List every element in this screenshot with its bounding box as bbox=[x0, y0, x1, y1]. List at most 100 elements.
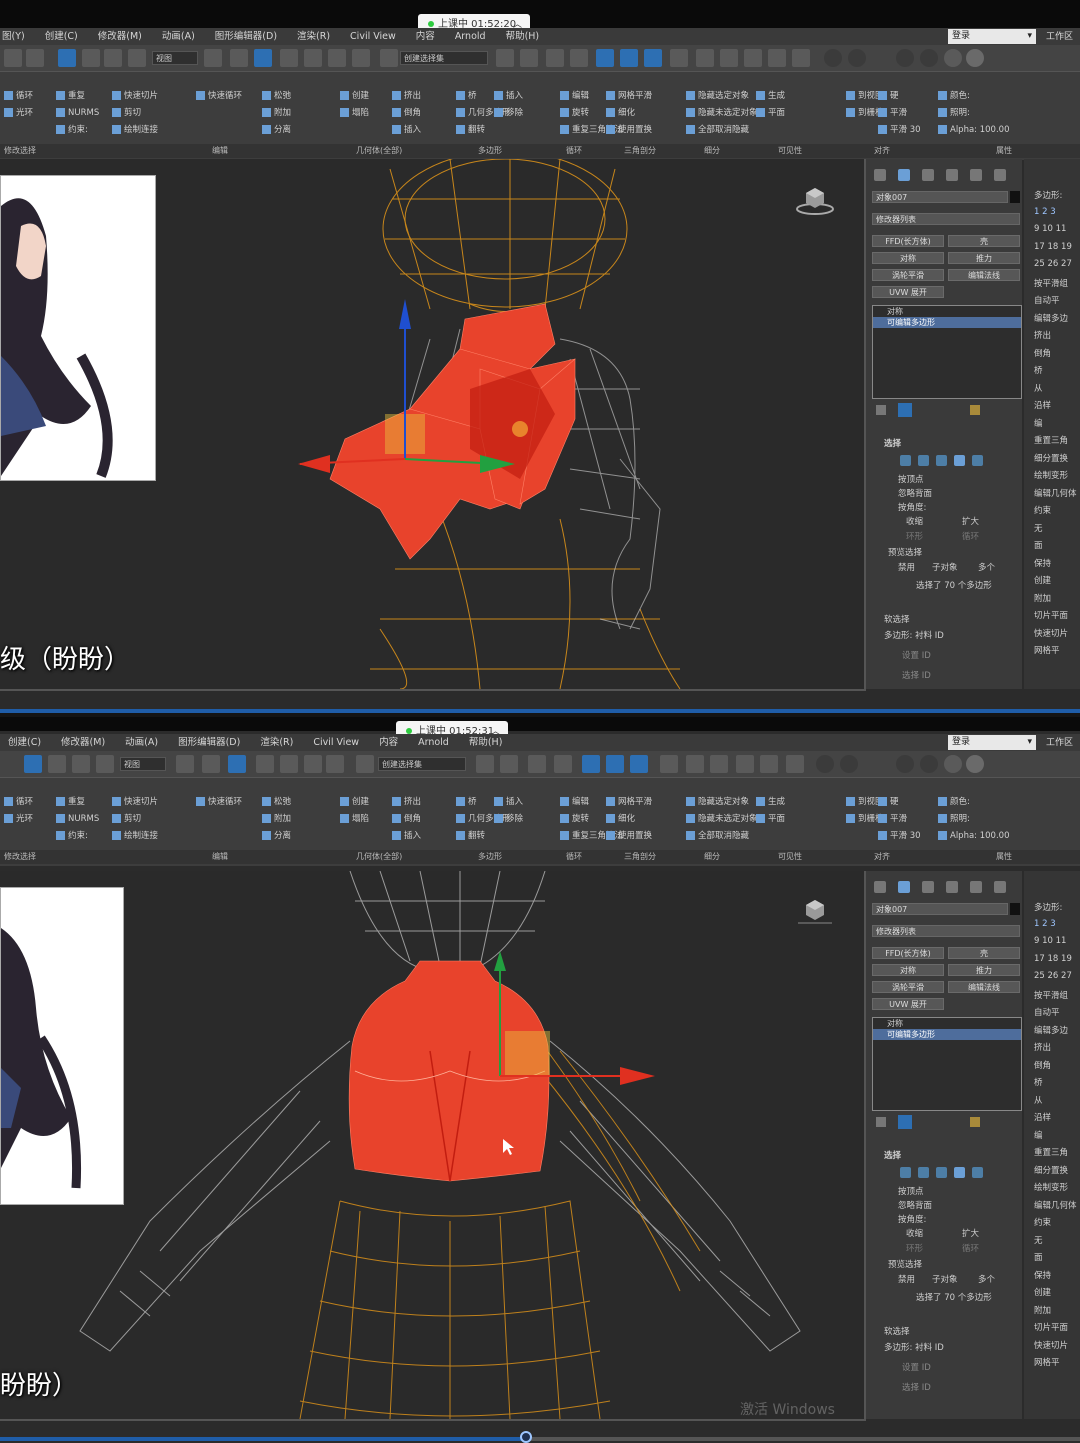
curve-editor-icon[interactable] bbox=[620, 49, 638, 67]
ribbon-button[interactable]: 塌陷 bbox=[340, 811, 369, 828]
side-panel-item[interactable]: 从 bbox=[1034, 382, 1043, 394]
ribbon-section-title[interactable]: 多边形 bbox=[478, 850, 502, 864]
side-panel-item[interactable]: 细分置换 bbox=[1034, 452, 1068, 464]
menu-item[interactable]: Civil View bbox=[313, 734, 359, 751]
menu-item[interactable]: Civil View bbox=[350, 28, 396, 45]
side-panel-item[interactable]: 1 2 3 bbox=[1034, 919, 1056, 929]
side-panel-item[interactable]: 倒角 bbox=[1034, 1059, 1051, 1071]
ribbon-button[interactable]: 绘制连接 bbox=[112, 122, 158, 139]
side-panel-item[interactable]: 无 bbox=[1034, 1234, 1043, 1246]
tool-icon[interactable] bbox=[824, 49, 842, 67]
ribbon-button[interactable]: 绘制连接 bbox=[112, 828, 158, 845]
configure-icon[interactable] bbox=[970, 405, 980, 415]
side-panel-item[interactable]: 保持 bbox=[1034, 557, 1051, 569]
selection-option[interactable]: 多个 bbox=[978, 1273, 995, 1285]
ribbon-button[interactable]: 分离 bbox=[262, 122, 291, 139]
soft-selection-item[interactable]: 设置 ID bbox=[902, 649, 931, 661]
move-icon[interactable] bbox=[24, 755, 42, 773]
soft-selection-item[interactable]: 设置 ID bbox=[902, 1361, 931, 1373]
modifier-button[interactable]: 编辑法线 bbox=[948, 269, 1020, 281]
viewport-perspective[interactable]: 盼盼） 激活 Windows bbox=[0, 871, 866, 1421]
mirror-icon[interactable] bbox=[476, 755, 494, 773]
selection-option[interactable]: 忽略背面 bbox=[898, 487, 932, 499]
ribbon-button[interactable]: 挤出 bbox=[392, 88, 421, 105]
ribbon-button[interactable]: 约束: bbox=[56, 828, 99, 845]
ribbon-section-title[interactable]: 几何体(全部) bbox=[356, 850, 402, 864]
border-icon[interactable] bbox=[936, 1167, 947, 1178]
side-panel-item[interactable]: 25 26 27 bbox=[1034, 971, 1072, 981]
side-panel-item[interactable]: 自动平 bbox=[1034, 1006, 1060, 1018]
ribbon-section-title[interactable]: 循环 bbox=[566, 850, 582, 864]
ribbon-button[interactable]: 细化 bbox=[606, 811, 652, 828]
ribbon-section-title[interactable]: 几何体(全部) bbox=[356, 144, 402, 158]
side-panel-item[interactable]: 按平滑组 bbox=[1034, 989, 1068, 1001]
side-panel-item[interactable]: 25 26 27 bbox=[1034, 259, 1072, 269]
ribbon-button[interactable]: 循环 bbox=[4, 794, 33, 811]
pivot-icon[interactable] bbox=[176, 755, 194, 773]
display-icon[interactable] bbox=[970, 881, 982, 893]
ribbon-section-title[interactable]: 属性 bbox=[996, 850, 1012, 864]
soft-selection-item[interactable]: 多边形: 衬料 ID bbox=[884, 629, 944, 641]
side-panel-item[interactable]: 面 bbox=[1034, 539, 1043, 551]
login-dropdown[interactable]: 登录 ▾ bbox=[948, 735, 1036, 750]
ribbon-section-title[interactable]: 对齐 bbox=[874, 850, 890, 864]
menu-item[interactable]: 内容 bbox=[379, 734, 398, 751]
ribbon-button[interactable]: 快速循环 bbox=[196, 794, 242, 811]
percent-snap-icon[interactable] bbox=[328, 49, 346, 67]
stack-item[interactable]: 可编辑多边形 bbox=[873, 1029, 1021, 1040]
side-panel-item[interactable]: 附加 bbox=[1034, 592, 1051, 604]
ribbon-button[interactable]: 剪切 bbox=[112, 105, 158, 122]
ribbon-button[interactable]: 全部取消隐藏 bbox=[686, 122, 758, 139]
viewcube-icon[interactable] bbox=[796, 897, 834, 927]
layer-explorer-icon[interactable] bbox=[554, 755, 572, 773]
rotate-icon[interactable] bbox=[48, 755, 66, 773]
circle-icon[interactable] bbox=[896, 755, 914, 773]
modifier-list-dropdown[interactable]: 修改器列表 bbox=[872, 925, 1020, 937]
side-panel-item[interactable]: 创建 bbox=[1034, 1286, 1051, 1298]
ribbon-button[interactable]: 快速切片 bbox=[112, 794, 158, 811]
ribbon-section-title[interactable]: 可见性 bbox=[778, 144, 802, 158]
soft-selection-rollout-title[interactable]: 软选择 bbox=[884, 613, 910, 625]
side-panel-item[interactable]: 挤出 bbox=[1034, 329, 1051, 341]
side-panel-item[interactable]: 17 18 19 bbox=[1034, 954, 1072, 964]
element-icon[interactable] bbox=[972, 1167, 983, 1178]
ribbon-button[interactable]: 约束: bbox=[56, 122, 99, 139]
soft-selection-item[interactable]: 多边形: 衬料 ID bbox=[884, 1341, 944, 1353]
modifier-stack[interactable]: 对称 可编辑多边形 bbox=[872, 1017, 1022, 1111]
circle-icon[interactable] bbox=[896, 49, 914, 67]
ribbon-button[interactable]: 平面 bbox=[756, 105, 785, 122]
side-panel-item[interactable]: 附加 bbox=[1034, 1304, 1051, 1316]
stack-item[interactable]: 对称 bbox=[873, 1018, 1021, 1029]
ribbon-button[interactable]: 松弛 bbox=[262, 88, 291, 105]
ribbon-button[interactable]: 使用置换 bbox=[606, 122, 652, 139]
object-name-field[interactable]: 对象007 bbox=[872, 191, 1008, 203]
progress-scrubber[interactable] bbox=[0, 709, 1080, 713]
modifier-button[interactable]: FFD(长方体) bbox=[872, 235, 944, 247]
scale-icon[interactable] bbox=[72, 755, 90, 773]
keyboard-shortcut-icon[interactable] bbox=[254, 49, 272, 67]
ribbon-button[interactable]: Alpha: 100.00 bbox=[938, 122, 1009, 139]
side-panel-item[interactable]: 切片平面 bbox=[1034, 609, 1068, 621]
menu-item[interactable]: 动画(A) bbox=[162, 28, 195, 45]
render-gallery-icon[interactable] bbox=[792, 49, 810, 67]
object-name-field[interactable]: 对象007 bbox=[872, 903, 1008, 915]
selection-option[interactable]: 环形 bbox=[906, 530, 923, 542]
soft-selection-rollout-title[interactable]: 软选择 bbox=[884, 1325, 910, 1337]
workspace-label[interactable]: 工作区 bbox=[1046, 29, 1073, 42]
ribbon-section-title[interactable]: 属性 bbox=[996, 144, 1012, 158]
ribbon-button[interactable]: 全部取消隐藏 bbox=[686, 828, 758, 845]
side-panel-item[interactable]: 编 bbox=[1034, 417, 1043, 429]
selection-option[interactable]: 禁用 bbox=[898, 1273, 915, 1285]
ribbon-button[interactable]: 隐藏选定对象 bbox=[686, 794, 758, 811]
rotate-icon[interactable] bbox=[82, 49, 100, 67]
menu-item[interactable]: 渲染(R) bbox=[297, 28, 330, 45]
side-panel-item[interactable]: 约束 bbox=[1034, 1216, 1051, 1228]
side-panel-item[interactable]: 绘制变形 bbox=[1034, 1181, 1068, 1193]
ribbon-button[interactable]: 附加 bbox=[262, 811, 291, 828]
curve-editor-icon[interactable] bbox=[606, 755, 624, 773]
ribbon-section-title[interactable]: 细分 bbox=[704, 850, 720, 864]
object-color-swatch[interactable] bbox=[1010, 191, 1020, 203]
menu-item[interactable]: 图形编辑器(D) bbox=[215, 28, 277, 45]
percent-snap-icon[interactable] bbox=[304, 755, 322, 773]
render-setup-icon[interactable] bbox=[696, 49, 714, 67]
